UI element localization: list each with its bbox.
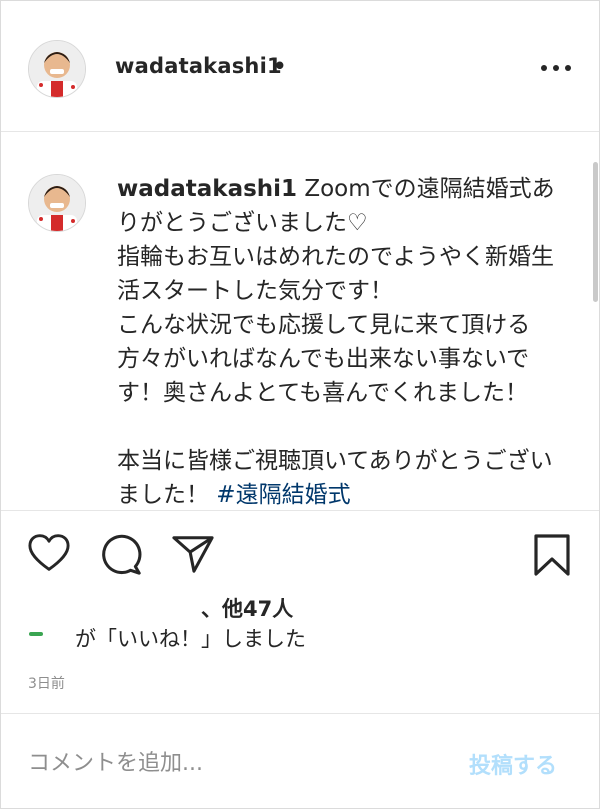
more-options-icon[interactable] — [541, 55, 571, 81]
post-username[interactable]: wadatakashi1 — [115, 54, 282, 78]
comment-box: 投稿する — [1, 713, 599, 809]
comment-input[interactable] — [28, 746, 448, 780]
liked-text: が「いいね！」しました — [75, 627, 306, 651]
caption-area: wadatakashi1 Zoomでの遠隔結婚式ありがとうございました♡ 指輪も… — [1, 132, 599, 511]
caption-avatar[interactable] — [28, 174, 86, 232]
caption-body: Zoomでの遠隔結婚式ありがとうございました♡ 指輪もお互いはめれたのでようやく… — [117, 176, 555, 508]
heart-icon[interactable] — [27, 533, 71, 573]
caption-username[interactable]: wadatakashi1 — [117, 176, 297, 202]
bookmark-icon[interactable] — [533, 533, 571, 577]
post-timestamp[interactable]: 3日前 — [28, 673, 65, 693]
post-panel: wadatakashi1 • wadatakashi1 Zoomでの遠隔結婚式あ… — [0, 0, 600, 809]
comment-icon[interactable] — [101, 534, 143, 576]
likes-count[interactable]: 、他47人 — [201, 593, 293, 623]
action-bar — [1, 521, 599, 581]
caption-hashtags[interactable]: #遠隔結婚式 — [209, 482, 350, 508]
liker-avatar-partial[interactable] — [29, 632, 43, 636]
caption-text: wadatakashi1 Zoomでの遠隔結婚式ありがとうございました♡ 指輪も… — [117, 172, 562, 510]
post-comment-button[interactable]: 投稿する — [469, 748, 557, 780]
avatar[interactable] — [28, 40, 86, 98]
liked-by-line: が「いいね！」しました — [29, 623, 306, 653]
caption-scrollbar[interactable] — [593, 162, 598, 302]
share-icon[interactable] — [171, 533, 215, 575]
separator-dot: • — [273, 54, 287, 78]
post-header: wadatakashi1 • — [1, 1, 599, 132]
